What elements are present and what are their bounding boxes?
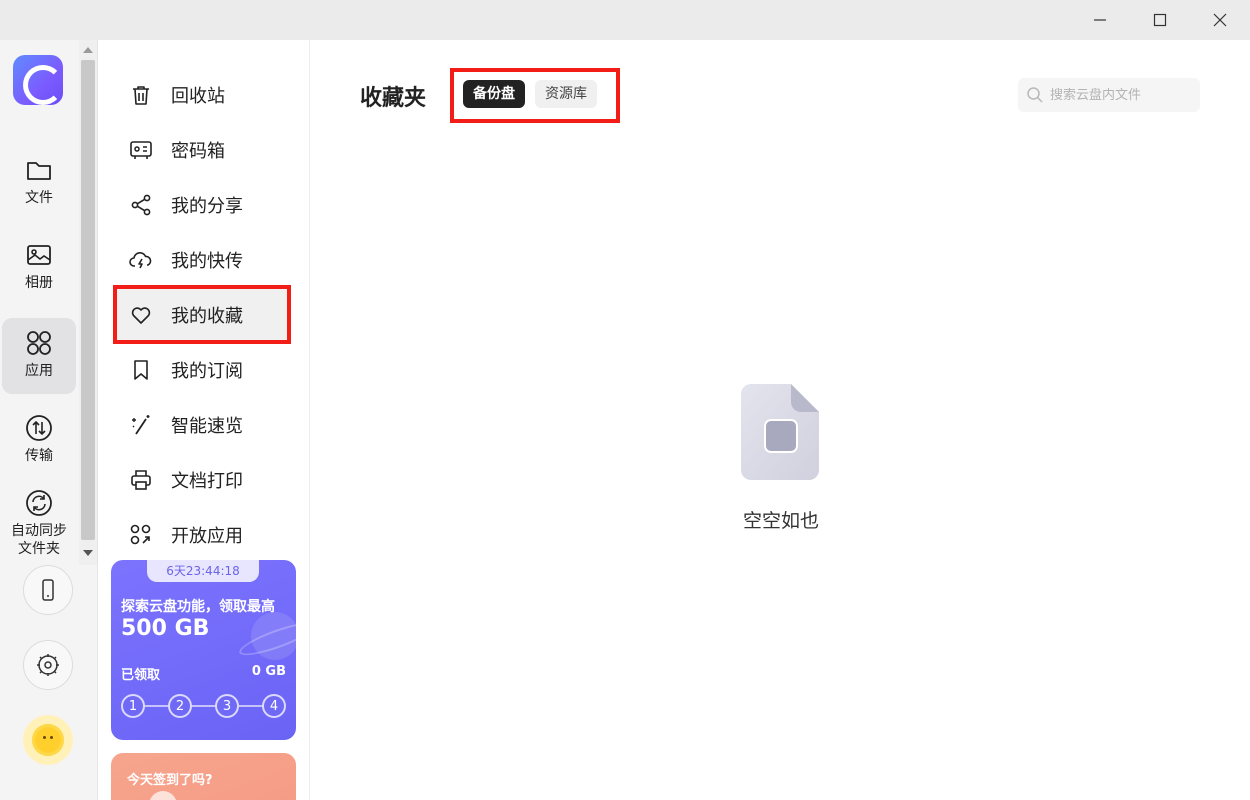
rail-label: 传输 bbox=[25, 448, 53, 464]
rail-label: 文件 bbox=[25, 190, 53, 206]
gear-icon bbox=[37, 654, 59, 676]
tab-backup-drive[interactable]: 备份盘 bbox=[463, 80, 525, 108]
promo-steps: 1 2 3 4 bbox=[121, 694, 286, 718]
sidebar-item-quick-transfer[interactable]: 我的快传 bbox=[113, 232, 291, 287]
steps-line bbox=[133, 705, 273, 707]
minimize-button[interactable] bbox=[1070, 0, 1130, 40]
close-icon bbox=[1213, 13, 1227, 27]
open-apps-icon bbox=[130, 524, 151, 544]
rail-item-auto-sync[interactable]: 自动同步 文件夹 bbox=[2, 488, 76, 568]
promo-line2: 500 GB bbox=[121, 616, 210, 641]
empty-file-icon bbox=[741, 384, 819, 480]
app-logo-icon[interactable] bbox=[13, 55, 63, 105]
sidebar-item-label: 我的订阅 bbox=[171, 360, 243, 382]
signin-card[interactable]: 今天签到了吗? bbox=[111, 753, 296, 800]
step-2[interactable]: 2 bbox=[168, 694, 192, 718]
sidebar-item-document-print[interactable]: 文档打印 bbox=[113, 452, 291, 507]
cloud-bolt-icon bbox=[129, 251, 152, 268]
step-4[interactable]: 4 bbox=[262, 694, 286, 718]
rail-label-line1: 自动同步 bbox=[11, 523, 67, 539]
rail-label-line2: 文件夹 bbox=[18, 541, 60, 557]
rail-scrollbar[interactable] bbox=[79, 40, 97, 565]
bookmark-icon bbox=[134, 359, 148, 380]
promo-got-value: 0 GB bbox=[251, 664, 286, 679]
minimize-icon bbox=[1094, 19, 1106, 21]
avatar-face-icon bbox=[35, 727, 61, 753]
search-icon bbox=[1027, 87, 1043, 103]
signin-text: 今天签到了吗? bbox=[127, 773, 213, 788]
promo-card[interactable]: 6天23:44:18 探索云盘功能，领取最高 500 GB 已领取 0 GB 1… bbox=[111, 560, 296, 740]
avatar[interactable] bbox=[23, 715, 73, 765]
signin-decoration bbox=[149, 791, 177, 800]
rail-item-files[interactable]: 文件 bbox=[2, 155, 76, 221]
folder-icon bbox=[27, 162, 51, 180]
phone-icon bbox=[42, 579, 54, 601]
step-1[interactable]: 1 bbox=[121, 694, 145, 718]
tab-resource-library[interactable]: 资源库 bbox=[535, 80, 597, 108]
rail-item-transfer[interactable]: 传输 bbox=[2, 413, 76, 479]
sidebar-item-label: 我的快传 bbox=[171, 250, 243, 272]
rail-label: 应用 bbox=[25, 363, 53, 379]
sidebar-item-my-subscriptions[interactable]: 我的订阅 bbox=[113, 342, 291, 397]
sidebar-item-recycle-bin[interactable]: 回收站 bbox=[113, 67, 291, 122]
rail-label: 相册 bbox=[25, 275, 53, 291]
trash-icon bbox=[133, 85, 149, 105]
safe-icon bbox=[130, 140, 152, 159]
left-rail: 文件 相册 应用 传输 自动同步文件夹 bbox=[0, 40, 98, 800]
sidebar-item-label: 回收站 bbox=[171, 85, 225, 107]
page-title: 收藏夹 bbox=[360, 86, 427, 111]
sidebar-item-password-box[interactable]: 密码箱 bbox=[113, 122, 291, 177]
sidebar-item-label: 密码箱 bbox=[171, 140, 225, 162]
sidebar-item-my-share[interactable]: 我的分享 bbox=[113, 177, 291, 232]
promo-timer: 6天23:44:18 bbox=[147, 560, 259, 582]
sidebar-item-label: 文档打印 bbox=[171, 470, 243, 492]
sidebar-item-my-favorites[interactable]: 我的收藏 bbox=[113, 287, 291, 342]
empty-state: 空空如也 bbox=[721, 382, 841, 533]
photo-icon bbox=[27, 245, 51, 265]
printer-icon bbox=[131, 469, 151, 490]
main-content: 收藏夹 备份盘 资源库 空空如也 bbox=[311, 40, 1250, 800]
settings-button[interactable] bbox=[23, 640, 73, 690]
close-button[interactable] bbox=[1190, 0, 1250, 40]
transfer-icon bbox=[26, 415, 52, 441]
sidebar-item-smart-preview[interactable]: 智能速览 bbox=[113, 397, 291, 452]
planet-icon bbox=[251, 612, 296, 660]
rail-label: 自动同步 文件夹 bbox=[11, 522, 67, 558]
promo-line1: 探索云盘功能，领取最高 bbox=[121, 599, 275, 615]
magic-wand-icon bbox=[132, 414, 150, 434]
sidebar-item-label: 开放应用 bbox=[171, 525, 243, 547]
search-box[interactable] bbox=[1018, 78, 1200, 112]
phone-button[interactable] bbox=[23, 565, 73, 615]
title-bar bbox=[0, 0, 1250, 40]
apps-icon bbox=[27, 331, 51, 355]
sidebar-item-label: 我的分享 bbox=[171, 195, 243, 217]
promo-got-label: 已领取 bbox=[121, 668, 161, 683]
sidebar-item-label: 智能速览 bbox=[171, 415, 243, 437]
step-3[interactable]: 3 bbox=[215, 694, 239, 718]
rail-item-apps[interactable]: 应用 bbox=[2, 318, 76, 394]
share-icon bbox=[131, 194, 151, 215]
empty-state-text: 空空如也 bbox=[742, 510, 819, 532]
sidebar-item-open-apps[interactable]: 开放应用 bbox=[113, 507, 291, 562]
scroll-up-icon[interactable] bbox=[83, 47, 93, 53]
search-input[interactable] bbox=[1050, 87, 1190, 103]
maximize-icon bbox=[1153, 13, 1167, 27]
scroll-thumb[interactable] bbox=[81, 60, 95, 540]
sidebar: 回收站 密码箱 我的分享 我的快传 我的收藏 我的订阅 智能速览 文档打印 开放… bbox=[99, 40, 310, 800]
sidebar-item-label: 我的收藏 bbox=[171, 305, 243, 327]
heart-icon bbox=[131, 306, 151, 324]
maximize-button[interactable] bbox=[1130, 0, 1190, 40]
rail-item-album[interactable]: 相册 bbox=[2, 240, 76, 306]
scroll-down-icon[interactable] bbox=[83, 550, 93, 556]
source-tabs: 备份盘 资源库 bbox=[463, 80, 607, 110]
sync-icon bbox=[26, 490, 52, 516]
